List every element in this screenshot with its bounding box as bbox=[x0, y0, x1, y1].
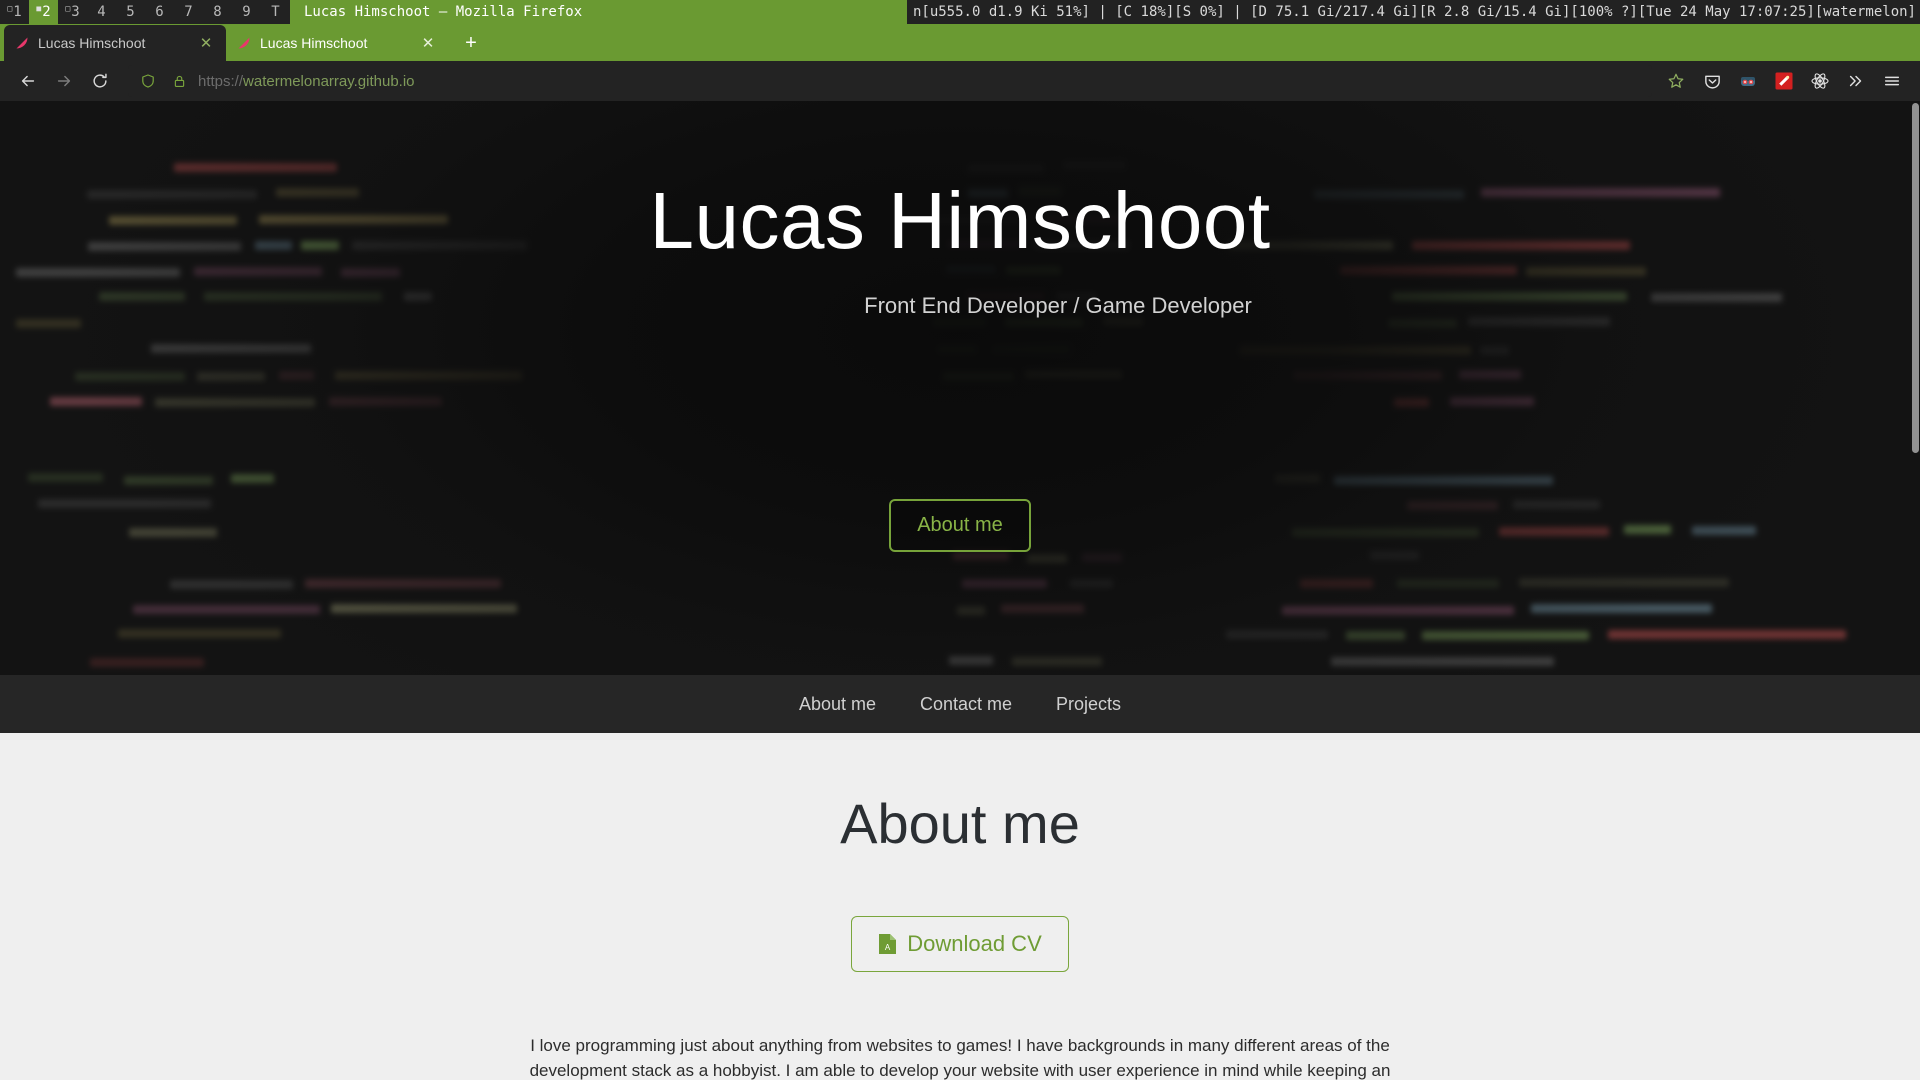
nav-link-projects[interactable]: Projects bbox=[1056, 694, 1121, 715]
navigation-toolbar: https://watermelonarray.github.io bbox=[0, 61, 1920, 102]
tab-close-icon[interactable]: ✕ bbox=[196, 33, 216, 53]
workspace-label: 6 bbox=[155, 4, 164, 20]
workspace-label: 1 bbox=[13, 4, 22, 20]
shield-icon[interactable] bbox=[136, 65, 160, 97]
workspace-label: 2 bbox=[42, 4, 51, 20]
window-manager-title: Lucas Himschoot — Mozilla Firefox bbox=[290, 0, 597, 24]
about-heading: About me bbox=[840, 792, 1080, 856]
pocket-icon[interactable] bbox=[1694, 65, 1730, 97]
status-spacer bbox=[596, 0, 907, 24]
site-nav: About me Contact me Projects bbox=[0, 675, 1920, 734]
svg-text:A: A bbox=[885, 943, 891, 952]
react-devtools-icon[interactable] bbox=[1802, 65, 1838, 97]
workspace-9[interactable]: 9 bbox=[232, 0, 261, 24]
workspace-1[interactable]: □ 1 bbox=[0, 0, 29, 24]
workspace-7[interactable]: 7 bbox=[174, 0, 203, 24]
system-status-bar: □ 1 ■ 2 □ 3 4 5 6 7 8 9 T Lucas Himschoot — Mozilla … bbox=[0, 0, 1920, 24]
browser-tab-active[interactable]: Lucas Himschoot ✕ bbox=[4, 25, 226, 62]
hero-section: Lucas Himschoot Front End Developer / Ga… bbox=[0, 101, 1920, 676]
workspace-indicator-icon: ■ bbox=[36, 3, 42, 13]
workspace-8[interactable]: 8 bbox=[203, 0, 232, 24]
new-tab-button[interactable]: + bbox=[454, 26, 488, 60]
extension-robot-icon[interactable] bbox=[1730, 65, 1766, 97]
reload-icon[interactable] bbox=[82, 65, 118, 97]
tab-title: Lucas Himschoot bbox=[260, 35, 368, 52]
forward-arrow-icon[interactable] bbox=[46, 65, 82, 97]
page-title: Lucas Himschoot bbox=[649, 176, 1271, 266]
hamburger-menu-icon[interactable] bbox=[1874, 65, 1910, 97]
browser-tab-inactive[interactable]: Lucas Himschoot ✕ bbox=[226, 25, 448, 61]
url-bar[interactable]: https://watermelonarray.github.io bbox=[128, 65, 1652, 98]
url-host: watermelonarray.github.io bbox=[243, 72, 415, 90]
workspace-6[interactable]: 6 bbox=[145, 0, 174, 24]
bookmark-star-icon[interactable] bbox=[1658, 65, 1694, 97]
page-subtitle: Front End Developer / Game Developer bbox=[864, 293, 1252, 319]
workspace-indicator-icon: □ bbox=[65, 3, 71, 13]
workspace-label: 5 bbox=[126, 4, 135, 20]
watermelon-favicon-icon bbox=[14, 35, 30, 51]
workspace-4[interactable]: 4 bbox=[87, 0, 116, 24]
workspace-3[interactable]: □ 3 bbox=[58, 0, 87, 24]
overflow-chevrons-icon[interactable] bbox=[1838, 65, 1874, 97]
pdf-file-icon: A bbox=[878, 933, 897, 955]
firefox-window: Lucas Himschoot ✕ Lucas Himschoot ✕ + ht… bbox=[0, 24, 1920, 1080]
url-text[interactable]: https://watermelonarray.github.io bbox=[198, 73, 415, 90]
system-status-text: n[u555.0 d1.9 Ki 51%] | [C 18%][S 0%] | … bbox=[906, 0, 1920, 24]
about-paragraph-1: I love programming just about anything f… bbox=[529, 1036, 1391, 1080]
page-scrollbar[interactable] bbox=[1911, 101, 1920, 1080]
scrollbar-thumb[interactable] bbox=[1912, 103, 1919, 454]
download-cv-label: Download CV bbox=[907, 931, 1042, 957]
nav-link-contact-me[interactable]: Contact me bbox=[920, 694, 1012, 715]
page-viewport: Lucas Himschoot Front End Developer / Ga… bbox=[0, 101, 1920, 1080]
workspace-label: 9 bbox=[242, 4, 251, 20]
workspace-T[interactable]: T bbox=[261, 0, 290, 24]
back-arrow-icon[interactable] bbox=[10, 65, 46, 97]
extension-magic-wand-icon[interactable] bbox=[1766, 65, 1802, 97]
download-cv-button[interactable]: A Download CV bbox=[851, 916, 1069, 973]
about-section: About me A Download CV I love programmin… bbox=[0, 733, 1920, 1080]
workspace-label: 8 bbox=[213, 4, 222, 20]
workspace-label: 7 bbox=[184, 4, 193, 20]
workspace-5[interactable]: 5 bbox=[116, 0, 145, 24]
workspace-2[interactable]: ■ 2 bbox=[29, 0, 58, 24]
tab-close-icon[interactable]: ✕ bbox=[418, 33, 438, 53]
nav-link-about-me[interactable]: About me bbox=[799, 694, 876, 715]
watermelon-favicon-icon bbox=[236, 35, 252, 51]
workspace-indicator-icon: □ bbox=[7, 3, 13, 13]
hero-about-me-button[interactable]: About me bbox=[889, 499, 1031, 553]
tab-strip: Lucas Himschoot ✕ Lucas Himschoot ✕ + bbox=[0, 24, 1920, 62]
url-scheme: https:// bbox=[198, 72, 244, 90]
workspace-label: 4 bbox=[97, 4, 106, 20]
lock-icon[interactable] bbox=[168, 65, 190, 97]
workspace-label: T bbox=[271, 4, 280, 20]
workspace-list[interactable]: □ 1 ■ 2 □ 3 4 5 6 7 8 9 T bbox=[0, 0, 290, 24]
tab-title: Lucas Himschoot bbox=[38, 35, 146, 52]
workspace-label: 3 bbox=[71, 4, 80, 20]
